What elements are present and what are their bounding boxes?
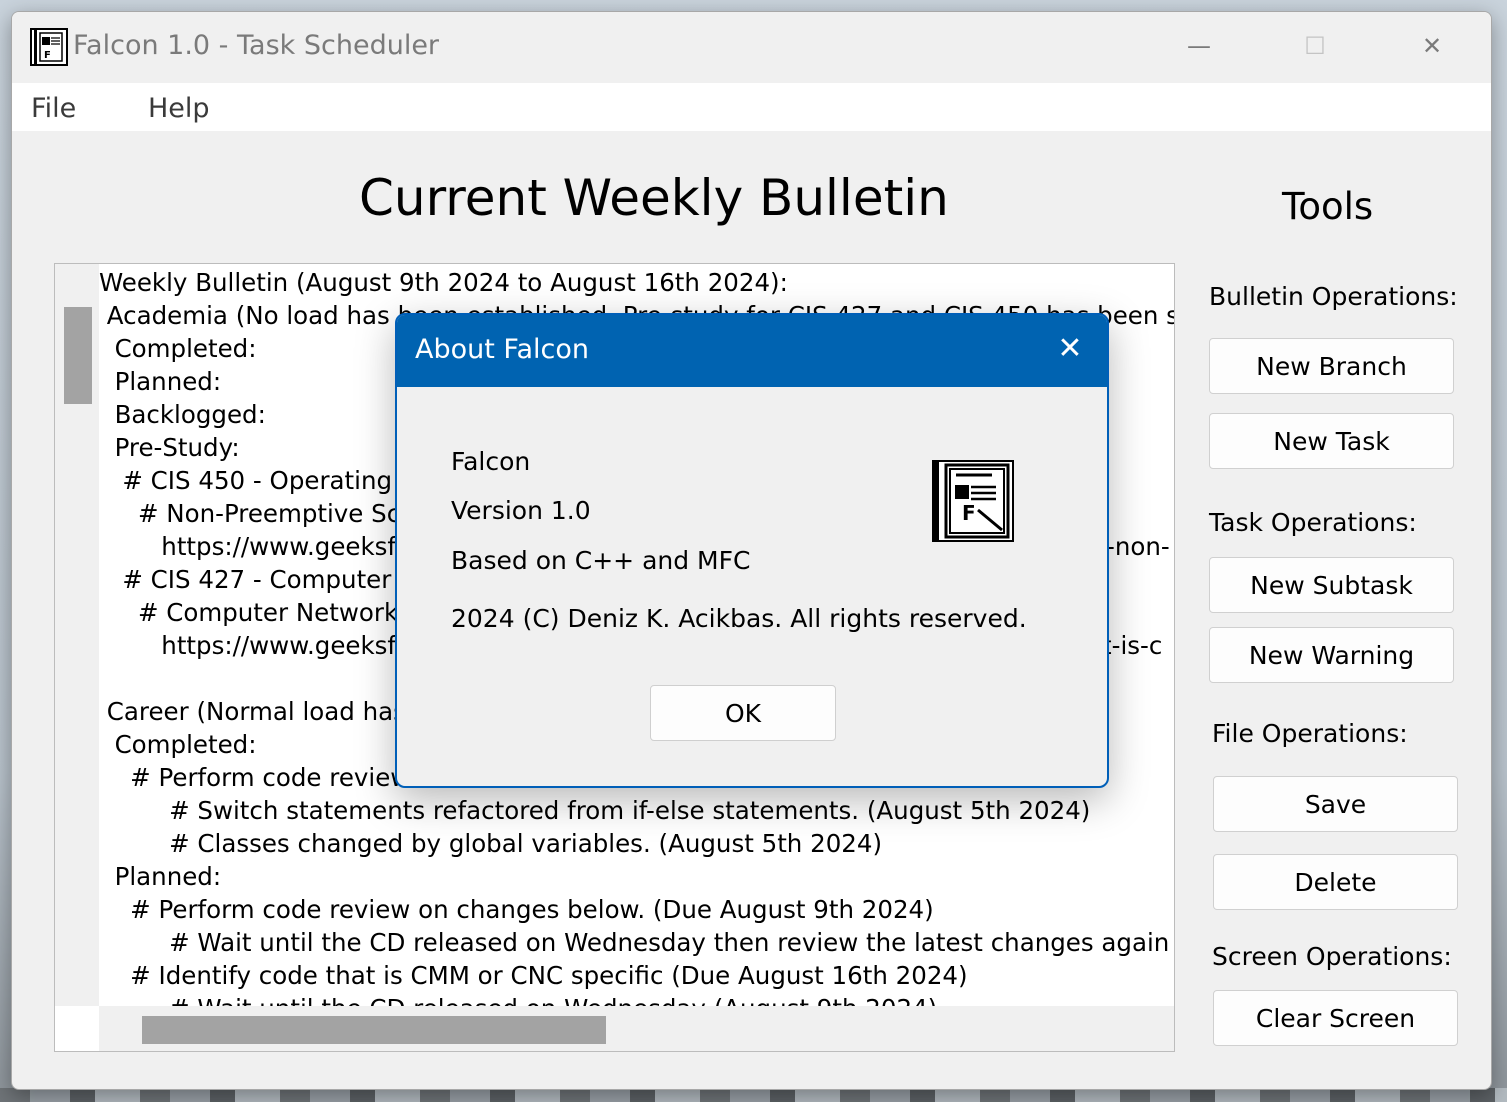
new-warning-button[interactable]: New Warning: [1209, 627, 1454, 683]
desktop-background: [0, 1088, 1507, 1102]
falcon-app-icon: F: [30, 28, 68, 66]
svg-text:F: F: [44, 50, 51, 61]
save-button[interactable]: Save: [1213, 776, 1458, 832]
close-button[interactable]: ✕: [1402, 26, 1462, 66]
bulletin-line: https://www.geeksf: [99, 631, 397, 660]
menu-bar: File Help: [12, 83, 1491, 131]
bulletin-line: # Identify code that is CMM or CNC speci…: [99, 961, 968, 990]
bulletin-line: # Perform code review on changes below. …: [99, 895, 934, 924]
bulletin-line: # CIS 450 - Operating: [99, 466, 393, 495]
about-version: Version 1.0: [451, 496, 591, 525]
new-subtask-button[interactable]: New Subtask: [1209, 557, 1454, 613]
bulletin-line: # Perform code review: [99, 763, 411, 792]
vertical-scroll-thumb[interactable]: [64, 307, 92, 404]
bulletin-line: Planned:: [99, 367, 222, 396]
bulletin-line: Completed:: [99, 730, 257, 759]
about-based-on: Based on C++ and MFC: [451, 546, 751, 575]
horizontal-scrollbar[interactable]: [99, 1006, 1174, 1051]
bulletin-line: # Classes changed by global variables. (…: [99, 829, 883, 858]
new-task-button[interactable]: New Task: [1209, 413, 1454, 469]
bulletin-line: # Switch statements refactored from if-e…: [99, 796, 1091, 825]
about-app-name: Falcon: [451, 447, 531, 476]
bulletin-line: # Computer Network: [99, 598, 399, 627]
bulletin-line-fragment: -non-: [1106, 532, 1170, 561]
maximize-button[interactable]: ☐: [1285, 26, 1345, 66]
bulletin-line: Career (Normal load has: [99, 697, 406, 726]
about-dialog-title: About Falcon: [415, 334, 589, 365]
minimize-button[interactable]: —: [1169, 26, 1229, 66]
bulletin-line-fragment: t-is-c: [1102, 631, 1163, 660]
bulletin-line: https://www.geeksf: [99, 532, 397, 561]
clear-screen-button[interactable]: Clear Screen: [1213, 990, 1458, 1046]
horizontal-scroll-thumb[interactable]: [142, 1016, 606, 1044]
bulletin-line: Weekly Bulletin (August 9th 2024 to Augu…: [99, 268, 788, 297]
bulletin-line: # Wait until the CD released on Wednesda…: [99, 992, 937, 1006]
delete-button[interactable]: Delete: [1213, 854, 1458, 910]
bulletin-line: # Wait until the CD released on Wednesda…: [99, 928, 1174, 957]
menu-file[interactable]: File: [31, 93, 76, 124]
about-dialog: About Falcon ✕ Falcon Version 1.0 Based …: [395, 313, 1109, 788]
falcon-logo-icon: F: [932, 460, 1014, 542]
file-operations-label: File Operations:: [1212, 719, 1408, 748]
bulletin-line: # Non-Preemptive Sc: [99, 499, 401, 528]
bulletin-heading: Current Weekly Bulletin: [359, 169, 949, 227]
bulletin-line: Planned:: [99, 862, 222, 891]
window-title: Falcon 1.0 - Task Scheduler: [73, 30, 440, 61]
vertical-scrollbar[interactable]: [55, 264, 99, 1006]
ok-button[interactable]: OK: [650, 685, 836, 741]
about-dialog-close-button[interactable]: ✕: [1053, 332, 1087, 366]
task-operations-label: Task Operations:: [1209, 508, 1417, 537]
new-branch-button[interactable]: New Branch: [1209, 338, 1454, 394]
bulletin-operations-label: Bulletin Operations:: [1209, 282, 1458, 311]
tools-heading: Tools: [1282, 185, 1374, 228]
bulletin-line: # CIS 427 - Computer: [99, 565, 392, 594]
about-dialog-title-bar[interactable]: About Falcon ✕: [397, 315, 1107, 387]
screen-operations-label: Screen Operations:: [1212, 942, 1452, 971]
bulletin-line: Completed:: [99, 334, 257, 363]
bulletin-line: Backlogged:: [99, 400, 266, 429]
about-copyright: 2024 (C) Deniz K. Acikbas. All rights re…: [451, 604, 1027, 633]
title-bar[interactable]: F Falcon 1.0 - Task Scheduler — ☐ ✕: [12, 12, 1491, 83]
menu-help[interactable]: Help: [148, 93, 210, 124]
svg-text:F: F: [962, 501, 976, 525]
bulletin-line: Pre-Study:: [99, 433, 240, 462]
